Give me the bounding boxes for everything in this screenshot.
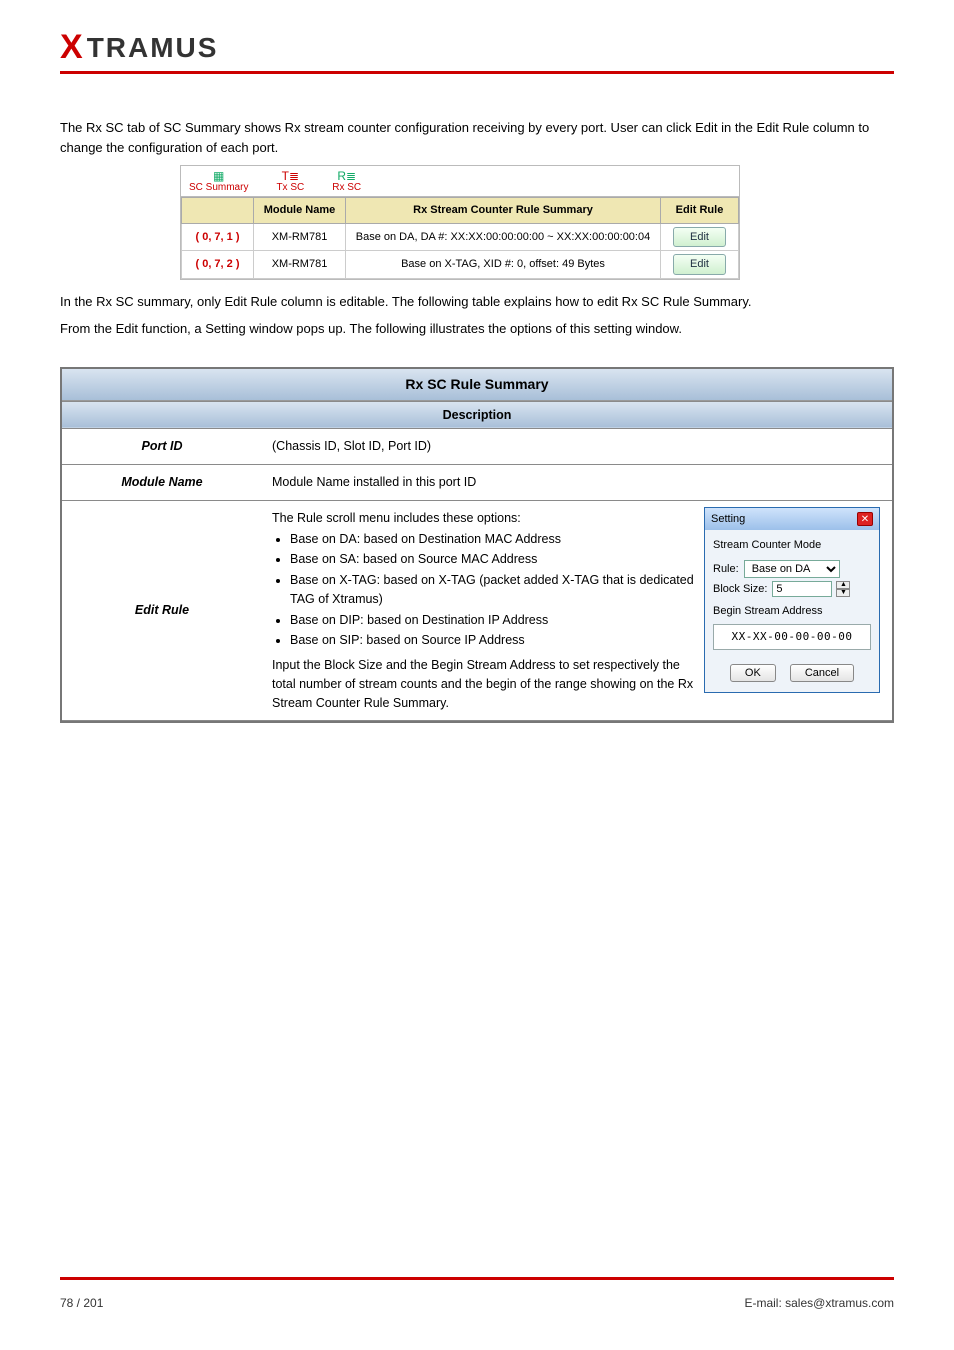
dialog-titlebar: Setting ✕ — [705, 508, 879, 531]
block-size-label: Block Size: — [713, 581, 767, 598]
definition-row-right: (Chassis ID, Slot ID, Port ID) — [262, 429, 892, 465]
tab-rx-sc[interactable]: R≣ Rx SC — [332, 170, 361, 193]
setting-dialog-float: Setting ✕ Stream Counter Mode Rule: — [704, 507, 880, 694]
cell-module: XM-RM781 — [254, 223, 346, 251]
rule-select[interactable]: Base on DA — [744, 560, 840, 578]
cell-summary: Base on X-TAG, XID #: 0, offset: 49 Byte… — [346, 251, 661, 279]
sc-summary-table: Module Name Rx Stream Counter Rule Summa… — [181, 197, 739, 279]
col-edit-rule: Edit Rule — [661, 198, 739, 224]
cell-edit: Edit — [661, 223, 739, 251]
dialog-buttons: OK Cancel — [713, 664, 871, 682]
tab-tx-sc[interactable]: T≣ Tx SC — [276, 170, 304, 193]
cell-summary: Base on DA, DA #: XX:XX:00:00:00:00 ~ XX… — [346, 223, 661, 251]
rx-icon: R≣ — [337, 170, 356, 182]
definition-row-edit: Edit Rule Setting ✕ — [62, 500, 892, 721]
cell-edit: Edit — [661, 251, 739, 279]
footer-contact: E-mail: sales@xtramus.com — [744, 1296, 894, 1310]
chevron-up-icon[interactable]: ▲ — [836, 581, 850, 589]
edit-rule-text: The Rule scroll menu includes these opti… — [272, 509, 694, 713]
definition-grid: Description Port ID (Chassis ID, Slot ID… — [62, 401, 892, 722]
definition-title: Rx SC Rule Summary — [62, 369, 892, 401]
list-item: Base on SIP: based on Source IP Address — [290, 631, 694, 650]
cell-port: ( 0, 7, 1 ) — [182, 223, 254, 251]
definition-row-right-edit: Setting ✕ Stream Counter Mode Rule: — [262, 500, 892, 721]
setting-dialog: Setting ✕ Stream Counter Mode Rule: — [704, 507, 880, 694]
grid-icon: ▦ — [213, 170, 224, 182]
definition-row-left: Port ID — [62, 429, 262, 465]
table-row: ( 0, 7, 2 ) XM-RM781 Base on X-TAG, XID … — [182, 251, 739, 279]
definition-row: Module Name Module Name installed in thi… — [62, 465, 892, 501]
logo-text: TRAMUS — [87, 32, 219, 64]
cell-port: ( 0, 7, 2 ) — [182, 251, 254, 279]
close-icon[interactable]: ✕ — [857, 512, 873, 526]
page: XTRAMUS The Rx SC tab of SC Summary show… — [0, 0, 954, 1350]
table-header-row: Module Name Rx Stream Counter Rule Summa… — [182, 198, 739, 224]
logo-x: X — [60, 28, 85, 67]
definition-row-left: Edit Rule — [62, 500, 262, 721]
chevron-down-icon[interactable]: ▼ — [836, 589, 850, 597]
rule-row: Rule: Base on DA — [713, 560, 871, 578]
dialog-section-label: Stream Counter Mode — [713, 537, 871, 554]
cell-module: XM-RM781 — [254, 251, 346, 279]
block-size-spinner[interactable]: ▲▼ — [836, 581, 850, 597]
intro-paragraph-2a: In the Rx SC summary, only Edit Rule col… — [60, 292, 894, 312]
edit-button[interactable]: Edit — [673, 254, 726, 275]
tx-icon: T≣ — [282, 170, 299, 182]
edit-rule-list: Base on DA: based on Destination MAC Add… — [290, 530, 694, 651]
dialog-body: Stream Counter Mode Rule: Base on DA — [705, 530, 879, 692]
edit-rule-wrap: Setting ✕ Stream Counter Mode Rule: — [272, 509, 882, 713]
table-row: ( 0, 7, 1 ) XM-RM781 Base on DA, DA #: X… — [182, 223, 739, 251]
list-item: Base on SA: based on Source MAC Address — [290, 550, 694, 569]
definition-row-right: Module Name installed in this port ID — [262, 465, 892, 501]
intro-paragraph-1: The Rx SC tab of SC Summary shows Rx str… — [60, 118, 894, 157]
footer: 78 / 201 E-mail: sales@xtramus.com — [60, 1296, 894, 1310]
header-divider — [60, 71, 894, 74]
list-item: Base on DA: based on Destination MAC Add… — [290, 530, 694, 549]
definition-description-header: Description — [62, 401, 892, 429]
list-item: Base on X-TAG: based on X-TAG (packet ad… — [290, 571, 694, 609]
cancel-button[interactable]: Cancel — [790, 664, 854, 682]
edit-rule-tail: Input the Block Size and the Begin Strea… — [272, 656, 694, 712]
definition-subheader: Description — [62, 401, 892, 429]
tab-rx-sc-label: Rx SC — [332, 183, 361, 193]
footer-divider — [60, 1277, 894, 1280]
sc-toolbar: ▦ SC Summary T≣ Tx SC R≣ Rx SC — [181, 166, 739, 197]
tab-sc-summary[interactable]: ▦ SC Summary — [189, 170, 248, 193]
dialog-title: Setting — [711, 511, 745, 528]
edit-rule-lead: The Rule scroll menu includes these opti… — [272, 509, 694, 528]
list-item: Base on DIP: based on Destination IP Add… — [290, 611, 694, 630]
ok-button[interactable]: OK — [730, 664, 776, 682]
tab-tx-sc-label: Tx SC — [276, 183, 304, 193]
definition-table: Rx SC Rule Summary Description Port ID (… — [60, 367, 894, 724]
block-size-row: Block Size: ▲▼ — [713, 581, 871, 598]
page-number: 78 / 201 — [60, 1296, 103, 1310]
begin-address-label: Begin Stream Address — [713, 603, 871, 620]
block-size-input[interactable] — [772, 581, 832, 597]
col-rule-summary: Rx Stream Counter Rule Summary — [346, 198, 661, 224]
intro-paragraph-2b: From the Edit function, a Setting window… — [60, 319, 894, 339]
definition-row: Port ID (Chassis ID, Slot ID, Port ID) — [62, 429, 892, 465]
col-port — [182, 198, 254, 224]
edit-button[interactable]: Edit — [673, 227, 726, 248]
tab-sc-summary-label: SC Summary — [189, 183, 248, 193]
rule-label: Rule: — [713, 561, 739, 578]
logo: XTRAMUS — [60, 28, 894, 67]
col-module-name: Module Name — [254, 198, 346, 224]
begin-address-value: XX-XX-00-00-00-00 — [713, 624, 871, 651]
sc-summary-panel: ▦ SC Summary T≣ Tx SC R≣ Rx SC Module Na… — [180, 165, 740, 280]
content: The Rx SC tab of SC Summary shows Rx str… — [60, 118, 894, 723]
definition-row-left: Module Name — [62, 465, 262, 501]
